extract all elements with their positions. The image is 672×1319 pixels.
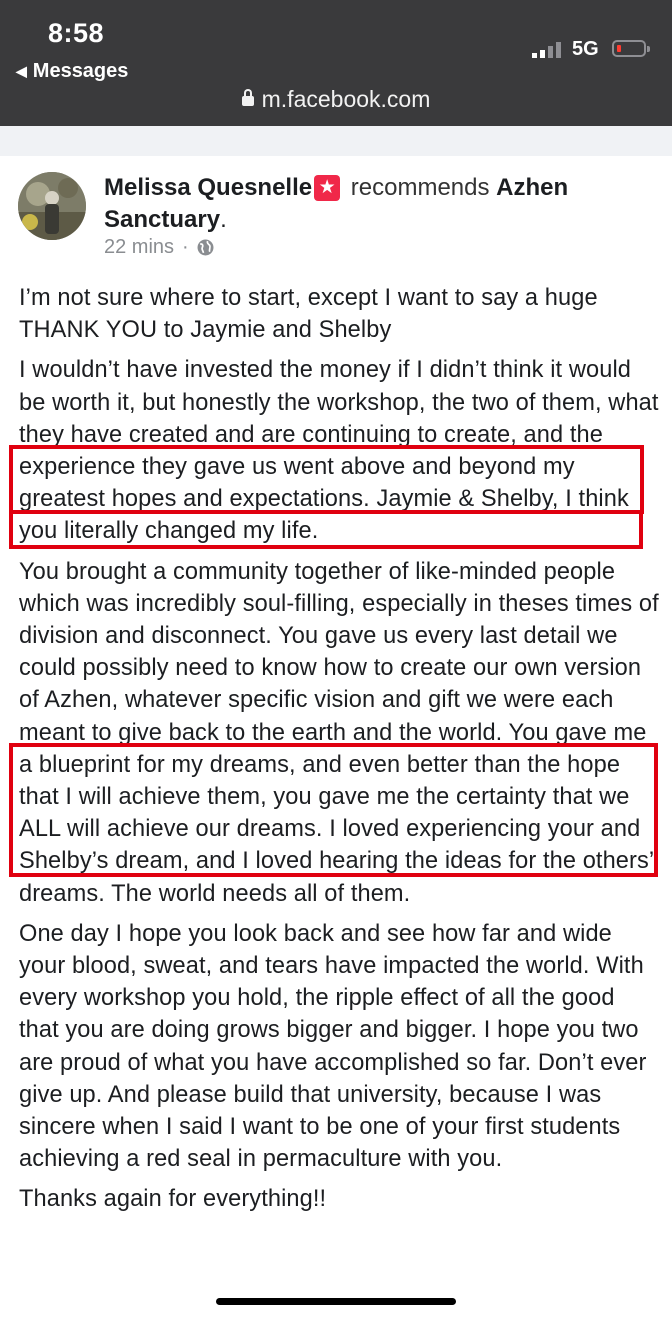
highlight-box [9,743,658,877]
post-card: Melissa Quesnelle ★ recommends Azhen Sanc… [0,156,672,1281]
post-paragraph: Thanks again for everything!! [19,1186,327,1213]
globe-icon [197,239,214,256]
back-to-messages[interactable]: ◀ Messages [16,60,128,83]
post-header: Melissa Quesnelle ★ recommends Azhen Sanc… [104,172,664,236]
action-text: recommends [350,174,490,201]
url-text: m.facebook.com [261,86,431,112]
recommend-star-icon: ★ [314,175,341,201]
address-bar[interactable]: m.facebook.com [0,86,672,113]
header-period: . [220,206,227,233]
highlight-box [9,510,643,549]
signal-icon [532,42,561,58]
network-label: 5G [572,38,599,60]
status-bar: 8:58 ◀ Messages 5G m.facebook.com [0,0,672,126]
home-indicator[interactable] [216,1298,456,1305]
post-meta: 22 mins · [104,236,214,259]
author-name[interactable]: Melissa Quesnelle [104,174,312,201]
post-paragraph: One day I hope you look back and see how… [19,920,647,1173]
highlight-box [9,445,644,514]
post-paragraph: I’m not sure where to start, except I wa… [19,285,598,344]
back-arrow-icon: ◀ [16,63,27,79]
meta-separator: · [182,236,189,258]
lock-icon [241,89,254,106]
timestamp[interactable]: 22 mins [104,236,174,259]
avatar-photo [18,172,86,240]
clock: 8:58 [48,18,105,48]
battery-icon [612,40,650,57]
avatar[interactable] [18,172,86,240]
feed-divider [0,126,672,157]
back-label: Messages [32,60,129,82]
